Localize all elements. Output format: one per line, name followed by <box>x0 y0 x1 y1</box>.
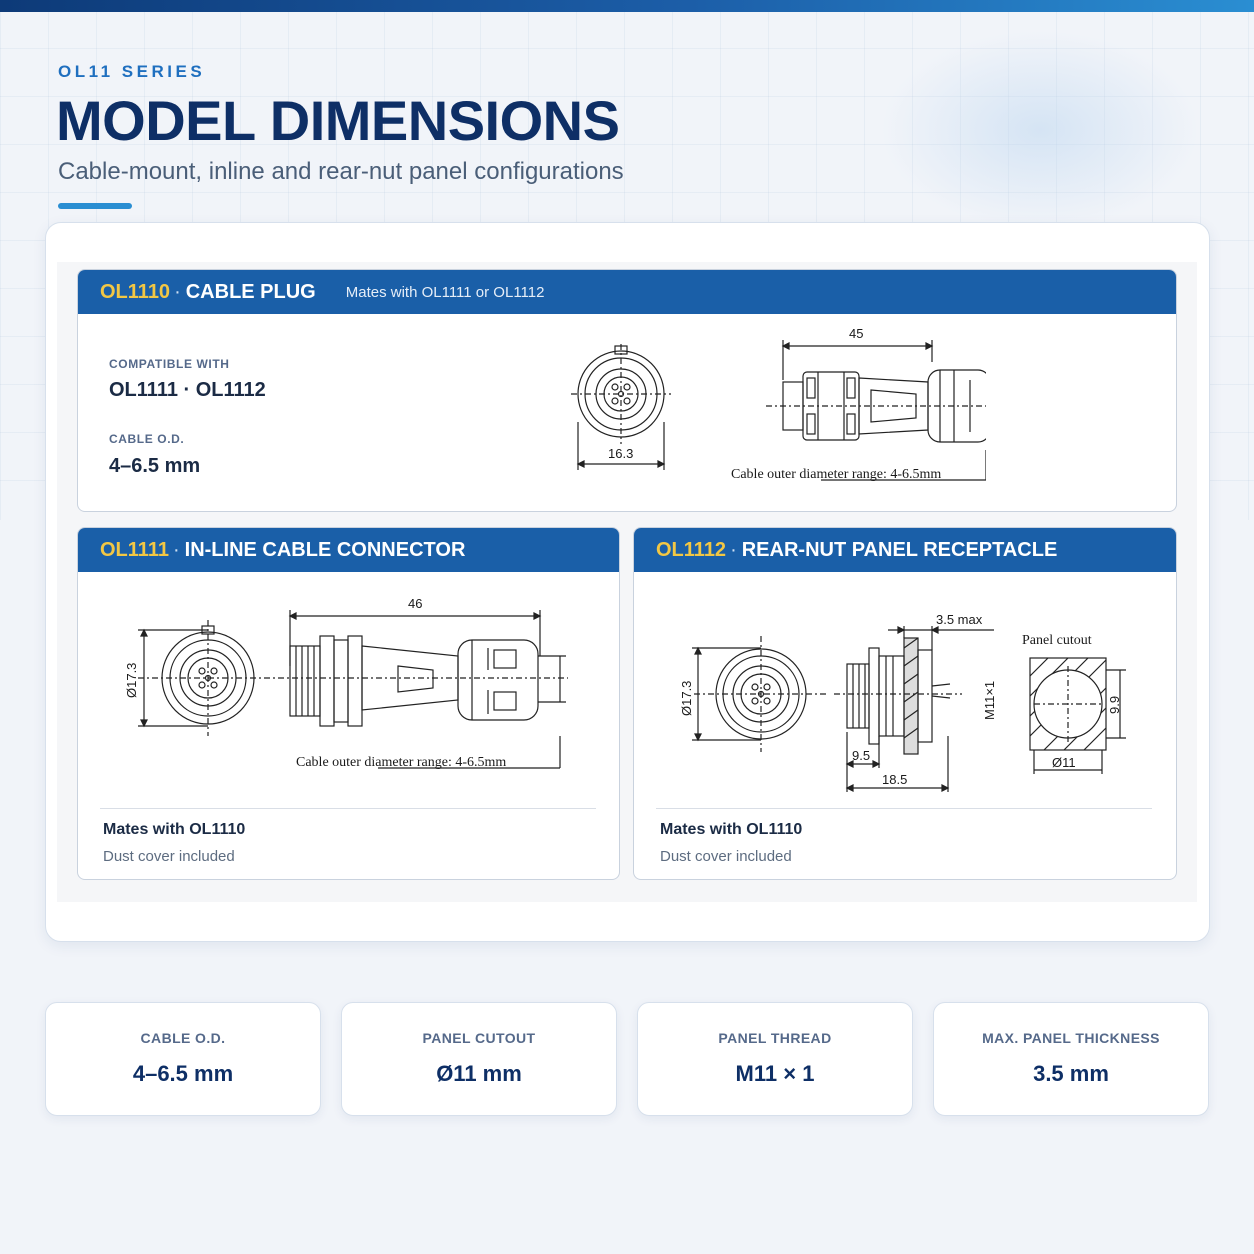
panel-note: Mates with OL1111 or OL1112 <box>345 283 545 301</box>
cable-od-label: CABLE O.D. <box>109 432 185 446</box>
separator-dot: · <box>172 538 180 561</box>
plug-side-view <box>766 340 986 481</box>
spec-label: CABLE O.D. <box>140 1030 226 1046</box>
spec-value: M11 × 1 <box>735 1061 815 1086</box>
model-code: OL1111 <box>100 538 169 561</box>
compatible-label: COMPATIBLE WITH <box>109 357 230 371</box>
dim-cutout-flat: 9.9 <box>1107 696 1122 714</box>
cable-od-value: 4–6.5 mm <box>109 455 201 477</box>
title-accent-rule <box>58 203 132 209</box>
spec-card-panel-thickness: MAX. PANEL THICKNESS 3.5 mm <box>933 1002 1209 1116</box>
model-code: OL1112 <box>656 538 727 561</box>
mates-with: Mates with OL1110 <box>660 821 803 838</box>
spec-card-panel-thread: PANEL THREAD M11 × 1 <box>637 1002 913 1116</box>
divider <box>656 808 1152 809</box>
spec-value: Ø11 mm <box>436 1061 522 1086</box>
top-accent-bar <box>0 0 1254 12</box>
dim-b: 18.5 <box>882 772 907 787</box>
inline-connector-drawing: Ø17.3 46 Cable outer diameter range: 4-6… <box>124 596 568 770</box>
receptacle-drawing: Ø17.3 3.5 max M11×1 9.5 18.5 Panel cutou… <box>679 612 1126 792</box>
dim-diameter: Ø17.3 <box>679 681 694 716</box>
dim-front-width: 16.3 <box>608 446 633 461</box>
panel-cable-plug: OL1110 · CABLE PLUG Mates with OL1111 or… <box>77 269 1177 512</box>
panel-title: IN-LINE CABLE CONNECTOR <box>184 538 466 561</box>
compatible-value: OL1111 · OL1112 <box>109 379 266 401</box>
receptacle-front-view <box>692 636 826 752</box>
cable-plug-drawing: 16.3 45 Cable outer diameter range: 4-6.… <box>571 326 986 482</box>
panel-panel-receptacle: OL1112 · REAR-NUT PANEL RECEPTACLE Ø17.3 <box>633 527 1177 880</box>
spec-value: 4–6.5 mm <box>132 1061 234 1086</box>
dim-diameter: Ø17.3 <box>124 663 139 698</box>
series-eyebrow: OL11 SERIES <box>58 62 206 81</box>
page-title: MODEL DIMENSIONS <box>56 89 620 152</box>
page-subtitle: Cable-mount, inline and rear-nut panel c… <box>58 158 624 185</box>
dust-cover-note: Dust cover included <box>103 848 235 865</box>
model-code: OL1110 <box>100 280 171 303</box>
divider <box>100 808 596 809</box>
inline-front-view <box>138 620 276 736</box>
cable-range-note: Cable outer diameter range: 4-6.5mm <box>296 755 506 770</box>
mates-with: Mates with OL1110 <box>103 821 246 838</box>
receptacle-side-view <box>834 626 994 792</box>
panel-header: OL1110 · CABLE PLUG Mates with OL1111 or… <box>78 270 1176 314</box>
panel-inline-connector: OL1111 · IN-LINE CABLE CONNECTOR Ø17.3 4… <box>77 527 620 880</box>
panel-cutout-label: Panel cutout <box>1022 633 1092 648</box>
dim-max-thickness: 3.5 max <box>936 612 983 627</box>
dim-a: 9.5 <box>852 748 870 763</box>
panel-title: CABLE PLUG <box>185 280 316 303</box>
dim-cutout-diameter: Ø11 <box>1052 755 1076 770</box>
cable-range-note: Cable outer diameter range: 4-6.5mm <box>731 467 941 482</box>
separator-dot: · <box>730 538 737 561</box>
background-glow <box>880 30 1200 230</box>
panel-cutout-view <box>1029 657 1126 774</box>
spec-value: 3.5 mm <box>1033 1061 1109 1086</box>
dust-cover-note: Dust cover included <box>660 848 792 865</box>
dim-thread: M11×1 <box>982 681 997 720</box>
panel-header: OL1112 · REAR-NUT PANEL RECEPTACLE <box>634 528 1176 572</box>
separator-dot: · <box>174 280 181 303</box>
spec-label: PANEL CUTOUT <box>422 1030 536 1046</box>
dim-length: 46 <box>408 596 422 611</box>
spec-label: MAX. PANEL THICKNESS <box>982 1030 1160 1046</box>
panel-header: OL1111 · IN-LINE CABLE CONNECTOR <box>78 528 619 572</box>
dim-length: 45 <box>849 326 863 341</box>
inline-side-view <box>278 610 568 769</box>
spec-card-panel-cutout: PANEL CUTOUT Ø11 mm <box>341 1002 617 1116</box>
panel-title: REAR-NUT PANEL RECEPTACLE <box>741 538 1058 561</box>
spec-label: PANEL THREAD <box>718 1030 832 1046</box>
spec-card-cable-od: CABLE O.D. 4–6.5 mm <box>45 1002 321 1116</box>
